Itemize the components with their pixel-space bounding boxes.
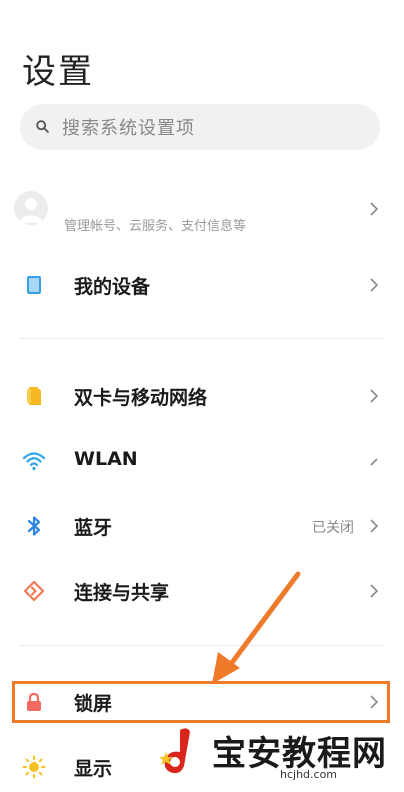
row-wlan[interactable]: WLAN xyxy=(0,436,404,486)
search-icon xyxy=(36,120,49,133)
row-label-connection-sharing: 连接与共享 xyxy=(74,582,170,604)
watermark-domain: hcjhd.com xyxy=(280,768,338,781)
watermark-logo-icon xyxy=(159,728,190,774)
bluetooth-icon xyxy=(27,516,41,536)
chevron-right-icon xyxy=(370,519,379,533)
row-label-wlan: WLAN xyxy=(74,448,138,470)
page-title: 设置 xyxy=(22,52,94,92)
row-my-device[interactable]: 我的设备 xyxy=(0,260,404,310)
chevron-right-icon xyxy=(370,389,379,403)
divider xyxy=(20,338,384,339)
chevron-right-icon xyxy=(370,584,379,598)
account-subtitle: 管理帐号、云服务、支付信息等 xyxy=(64,219,247,234)
row-connection-sharing[interactable]: 连接与共享 xyxy=(0,566,404,616)
avatar-person-icon xyxy=(19,198,43,223)
divider xyxy=(20,645,384,646)
row-label-my-device: 我的设备 xyxy=(74,276,151,298)
row-bluetooth[interactable]: 蓝牙 已关闭 xyxy=(0,501,404,551)
avatar xyxy=(14,191,48,225)
bluetooth-status: 已关闭 xyxy=(312,520,354,536)
chevron-right-icon xyxy=(370,278,379,292)
sun-icon xyxy=(22,755,46,779)
row-label-dual-sim: 双卡与移动网络 xyxy=(74,387,208,409)
sim-card-icon xyxy=(27,387,41,405)
watermark: 宝安教程网 hcjhd.com xyxy=(150,720,404,784)
connection-share-icon xyxy=(23,580,45,602)
search-bar[interactable]: 搜索系统设置项 xyxy=(20,104,380,150)
account-row[interactable]: 管理帐号、云服务、支付信息等 xyxy=(0,185,404,235)
row-label-bluetooth: 蓝牙 xyxy=(74,517,113,539)
lock-screen-highlight-box xyxy=(12,681,390,723)
chevron-right-icon xyxy=(370,458,378,466)
row-dual-sim[interactable]: 双卡与移动网络 xyxy=(0,371,404,421)
wifi-icon xyxy=(22,452,46,471)
search-placeholder: 搜索系统设置项 xyxy=(62,118,195,139)
chevron-right-icon xyxy=(370,202,379,216)
phone-icon xyxy=(27,276,41,294)
row-label-display: 显示 xyxy=(74,758,113,780)
